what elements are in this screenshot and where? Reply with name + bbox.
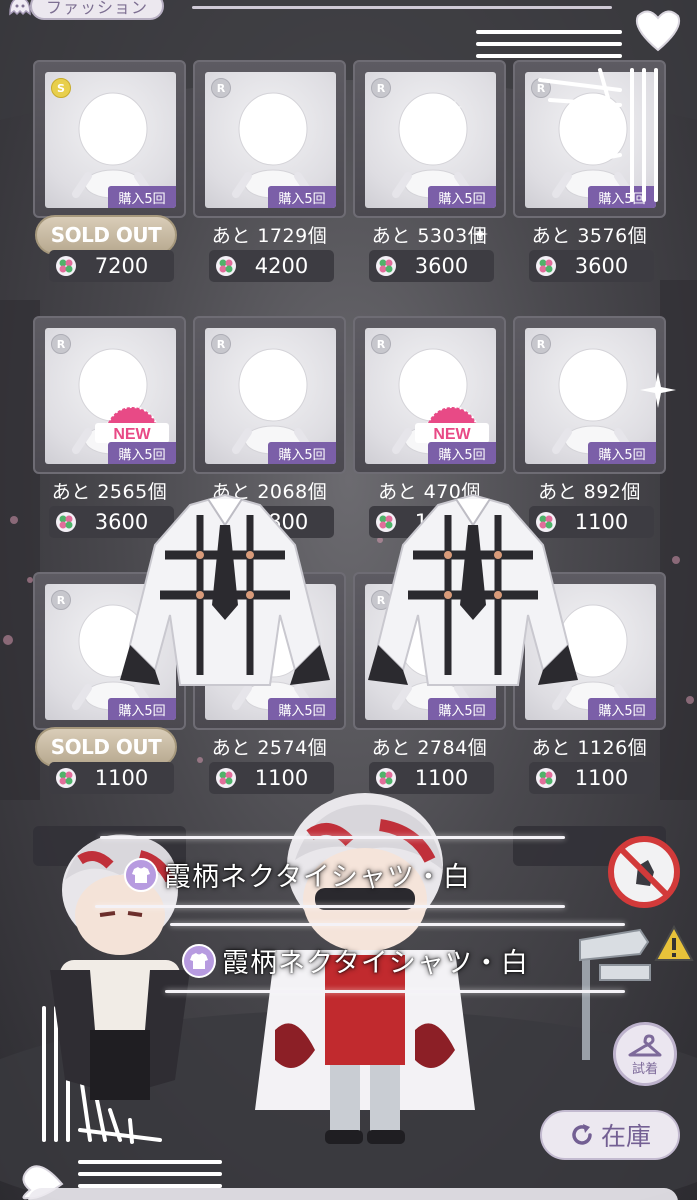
remaining-stock: あと 2784個 bbox=[371, 736, 488, 759]
clover-currency-icon bbox=[536, 256, 556, 276]
purchase-limit-badge: 購入5回 bbox=[428, 698, 496, 720]
rarity-badge: S bbox=[51, 78, 71, 98]
rarity-badge: R bbox=[51, 334, 71, 354]
item-thumbnail: R 購入5回 bbox=[193, 316, 346, 474]
price-tag: 1100 bbox=[529, 762, 654, 794]
price-value: 1100 bbox=[94, 766, 149, 790]
rarity-badge: R bbox=[51, 590, 71, 610]
item-preview: R 購入5回 bbox=[205, 72, 336, 208]
price-tag: 4200 bbox=[209, 250, 334, 282]
item-thumbnail: R NEW 購入5回 bbox=[353, 316, 506, 474]
clover-currency-icon bbox=[216, 256, 236, 276]
try-on-label: 試着 bbox=[631, 1061, 658, 1077]
rarity-badge: R bbox=[371, 334, 391, 354]
item-thumbnail: R 購入5回 bbox=[193, 60, 346, 218]
clover-currency-icon bbox=[536, 768, 556, 788]
remaining-stock: あと 1729個 bbox=[211, 224, 328, 247]
item-preview: R 購入5回 bbox=[525, 328, 656, 464]
item-name-banner: 霞柄ネクタイシャツ・白 bbox=[182, 941, 529, 980]
rarity-badge: R bbox=[371, 78, 391, 98]
purchase-limit-badge: 購入5回 bbox=[268, 442, 336, 464]
hanger-icon bbox=[628, 1034, 662, 1056]
refresh-icon bbox=[572, 1124, 592, 1145]
banner-rule bbox=[95, 905, 565, 908]
price-value: 3600 bbox=[574, 254, 629, 278]
tshirt-icon bbox=[182, 943, 216, 978]
banner-rule bbox=[170, 923, 625, 926]
header-divider bbox=[192, 6, 612, 9]
try-on-button[interactable]: 試着 bbox=[613, 1022, 677, 1086]
rarity-badge: R bbox=[211, 334, 231, 354]
clover-currency-icon bbox=[56, 512, 76, 532]
sparkle-icon bbox=[472, 226, 488, 242]
no-entry-sign-icon bbox=[608, 836, 680, 908]
price-tag: 1100 bbox=[49, 762, 174, 794]
purchase-limit-badge: 購入5回 bbox=[268, 698, 336, 720]
purchase-limit-badge: 購入5回 bbox=[108, 698, 176, 720]
sparkle-icon bbox=[448, 100, 462, 114]
rarity-badge: R bbox=[211, 78, 231, 98]
purchase-limit-badge: 購入5回 bbox=[588, 698, 656, 720]
price-value: 1100 bbox=[574, 766, 629, 790]
sold-out-badge: SOLD OUT bbox=[35, 727, 177, 767]
item-preview: R NEW 購入5回 bbox=[365, 328, 496, 464]
item-thumbnail: S 購入5回 bbox=[33, 60, 186, 218]
bottom-panel-edge bbox=[28, 1188, 678, 1200]
warning-sign-icon bbox=[654, 924, 694, 961]
sold-out-badge: SOLD OUT bbox=[35, 215, 177, 255]
price-value: 7200 bbox=[94, 254, 149, 278]
price-tag: 7200 bbox=[49, 250, 174, 282]
item-thumbnail: R NEW 購入5回 bbox=[33, 316, 186, 474]
price-tag: 3600 bbox=[369, 250, 494, 282]
stock-button[interactable]: 在庫 bbox=[540, 1110, 680, 1160]
item-name-banner: 霞柄ネクタイシャツ・白 bbox=[124, 855, 471, 894]
item-name-text: 霞柄ネクタイシャツ・白 bbox=[164, 862, 471, 893]
shop-screen: ファッション S 購入5回 SOLD OUT 7200 R 購入5回 あと 17… bbox=[0, 0, 697, 1200]
price-tag: 3600 bbox=[529, 250, 654, 282]
featured-shirt-preview-right bbox=[368, 493, 578, 686]
item-preview: R 購入5回 bbox=[205, 328, 336, 464]
item-preview: R NEW 購入5回 bbox=[45, 328, 176, 464]
banner-rule bbox=[165, 990, 625, 993]
featured-shirt-preview-left bbox=[120, 493, 330, 686]
new-badge-text: NEW bbox=[433, 426, 471, 443]
remaining-stock: あと 1126個 bbox=[531, 736, 648, 759]
item-card[interactable]: R 購入5回 あと 1729個 4200 bbox=[193, 60, 346, 285]
clover-currency-icon bbox=[376, 256, 396, 276]
frame-corner-top-right bbox=[476, 10, 680, 202]
purchase-limit-badge: 購入5回 bbox=[268, 186, 336, 208]
sparkle-icon bbox=[640, 372, 676, 408]
item-card[interactable]: S 購入5回 SOLD OUT 7200 bbox=[33, 60, 186, 285]
purchase-limit-badge: 購入5回 bbox=[108, 442, 176, 464]
item-preview: S 購入5回 bbox=[45, 72, 176, 208]
remaining-stock: あと 3576個 bbox=[531, 224, 648, 247]
tshirt-icon bbox=[124, 857, 158, 892]
price-value: 4200 bbox=[254, 254, 309, 278]
price-value: 3600 bbox=[414, 254, 469, 278]
remaining-stock: あと 2574個 bbox=[211, 736, 328, 759]
purchase-limit-badge: 購入5回 bbox=[108, 186, 176, 208]
rarity-badge: R bbox=[531, 334, 551, 354]
purchase-limit-badge: 購入5回 bbox=[428, 442, 496, 464]
item-name-text: 霞柄ネクタイシャツ・白 bbox=[222, 948, 529, 979]
banner-rule bbox=[100, 836, 565, 839]
tab-fashion[interactable]: ファッション bbox=[30, 0, 164, 20]
clover-currency-icon bbox=[56, 768, 76, 788]
new-badge-text: NEW bbox=[113, 426, 151, 443]
stock-label: 在庫 bbox=[600, 1122, 651, 1151]
clover-currency-icon bbox=[56, 256, 76, 276]
purchase-limit-badge: 購入5回 bbox=[588, 442, 656, 464]
